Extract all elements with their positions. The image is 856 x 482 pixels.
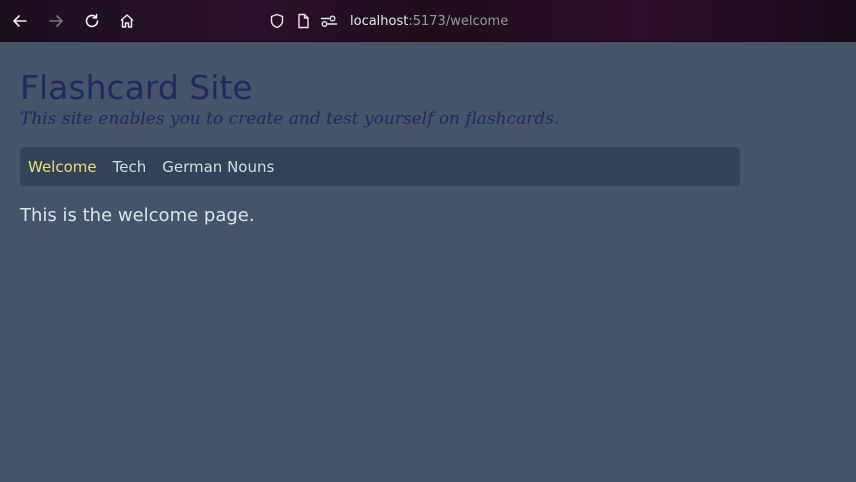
back-arrow-icon: [13, 15, 27, 27]
main-navbar: Welcome Tech German Nouns: [20, 147, 740, 186]
forward-arrow-icon: [49, 15, 63, 27]
nav-link-welcome[interactable]: Welcome: [28, 158, 97, 176]
reload-icon: [85, 13, 99, 28]
reload-button[interactable]: [82, 11, 102, 31]
home-button[interactable]: [117, 11, 137, 31]
url-host: localhost: [350, 13, 409, 29]
page-icon[interactable]: [294, 12, 312, 30]
nav-link-tech[interactable]: Tech: [113, 158, 147, 176]
forward-button[interactable]: [46, 11, 66, 31]
browser-toolbar: localhost:5173/welcome: [0, 0, 856, 42]
url-text[interactable]: localhost:5173/welcome: [350, 14, 508, 29]
page-content: Flashcard Site This site enables you to …: [20, 42, 740, 226]
shield-icon[interactable]: [268, 12, 286, 30]
url-bar[interactable]: localhost:5173/welcome: [268, 10, 508, 32]
page-title: Flashcard Site: [20, 68, 253, 107]
welcome-text: This is the welcome page.: [20, 205, 255, 226]
home-icon: [120, 14, 134, 28]
page-subtitle: This site enables you to create and test…: [20, 109, 560, 129]
back-button[interactable]: [10, 11, 30, 31]
nav-link-german-nouns[interactable]: German Nouns: [162, 158, 274, 176]
permissions-icon[interactable]: [320, 12, 338, 30]
url-path: :5173/welcome: [408, 13, 509, 29]
